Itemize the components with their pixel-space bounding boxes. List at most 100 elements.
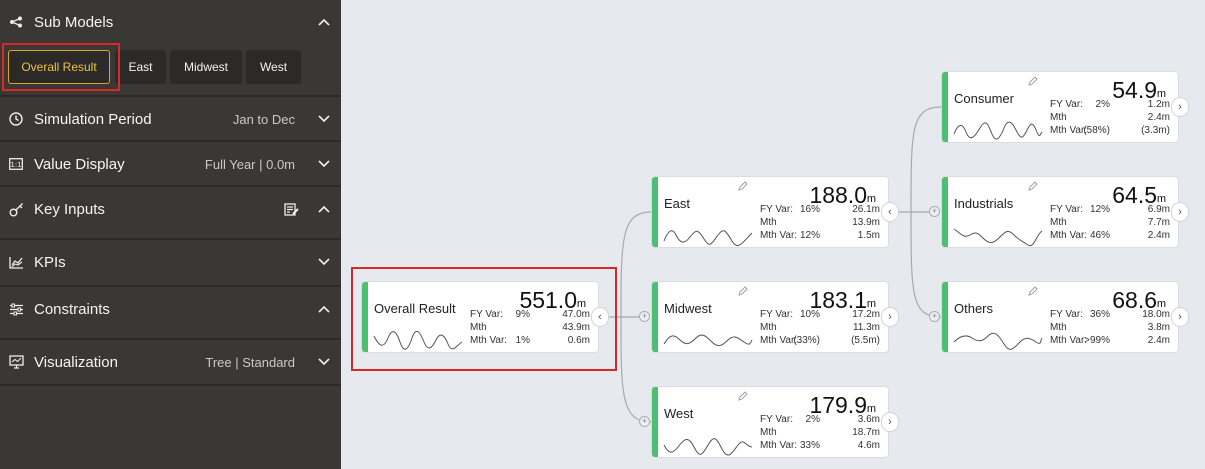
node-stats: FY Var: 9% 47.0m Mth 43.9m Mth Var: 1% 0.6m [470,308,590,347]
mth-amt: 2.4m [1147,112,1170,123]
add-node-icon[interactable]: + [929,311,940,322]
node-east[interactable]: East 188.0 m FY Var: 16% 26.1m Mth 13.9m Mt… [652,177,888,247]
node-stats: FY Var: 36% 18.0m Mth 3.8m Mth Var: >99% 2.4m [1050,308,1170,347]
node-accent-bar [362,282,368,352]
mth-var-amt: 2.4m [1147,335,1170,346]
chevron-right-icon: › [888,416,892,428]
sparkline [663,230,753,246]
fy-var-amt: 1.2m [1147,99,1170,110]
pencil-icon[interactable] [738,181,748,191]
node-accent-bar [652,387,658,457]
mth-var-pct: >99% [1084,335,1110,346]
node-midwest[interactable]: Midwest 183.1 m FY Var: 10% 17.2m Mth 11.3m… [652,282,888,352]
node-accent-bar [942,282,948,352]
mth-amt: 11.3m [852,322,880,333]
fy-var-label: FY Var: [1050,204,1083,215]
expand-button[interactable]: › [1172,308,1188,326]
expand-button[interactable]: › [1172,203,1188,221]
mth-amt: 7.7m [1147,217,1170,228]
sparkline [953,332,1043,350]
node-accent-bar [942,72,948,142]
mth-var-label: Mth Var: [1050,125,1088,136]
mth-label: Mth [1050,217,1067,228]
node-west[interactable]: West 179.9 m FY Var: 2% 3.6m Mth 18.7m Mth … [652,387,888,457]
mth-var-pct: 33% [799,440,820,451]
fy-var-label: FY Var: [760,414,793,425]
pencil-icon[interactable] [738,391,748,401]
node-stats: FY Var: 2% 1.2m Mth 2.4m Mth Var: (58%) (3.3m… [1050,98,1170,137]
mth-label: Mth [470,322,487,333]
mth-amt: 43.9m [562,322,590,333]
pencil-icon[interactable] [1028,76,1038,86]
collapse-button[interactable]: ‹ [592,308,608,326]
mth-label: Mth [760,322,777,333]
node-others[interactable]: Others 68.6 m FY Var: 36% 18.0m Mth 3.8m Mt… [942,282,1178,352]
node-accent-bar [652,282,658,352]
fy-var-label: FY Var: [760,204,793,215]
node-industrials[interactable]: Industrials 64.5 m FY Var: 12% 6.9m Mth 7.7… [942,177,1178,247]
fy-var-pct: 36% [1089,309,1110,320]
mth-var-pct: 46% [1089,230,1110,241]
mth-var-label: Mth Var: [1050,335,1088,346]
expand-button[interactable]: › [1172,98,1188,116]
fy-var-pct: 12% [1089,204,1110,215]
add-node-icon[interactable]: + [639,311,650,322]
mth-var-pct: (58%) [1083,125,1110,136]
pencil-icon[interactable] [738,286,748,296]
mth-amt: 13.9m [852,217,880,228]
mth-label: Mth [760,427,777,438]
mth-var-amt: 2.4m [1147,230,1170,241]
mth-var-amt: 0.6m [567,335,590,346]
fy-var-label: FY Var: [1050,99,1083,110]
add-node-icon[interactable]: + [929,206,940,217]
node-name: Overall Result [374,301,456,316]
sparkline [373,330,463,350]
node-name: Consumer [954,91,1014,106]
expand-button[interactable]: › [882,308,898,326]
expand-button[interactable]: › [882,413,898,431]
mth-var-amt: (5.5m) [851,335,880,346]
node-consumer[interactable]: Consumer 54.9 m FY Var: 2% 1.2m Mth 2.4m Mt… [942,72,1178,142]
mth-var-amt: 1.5m [857,230,880,241]
fy-var-amt: 3.6m [857,414,880,425]
mth-amt: 3.8m [1147,322,1170,333]
chevron-right-icon: › [888,311,892,323]
fy-var-pct: 2% [1095,99,1110,110]
mth-var-label: Mth Var: [760,230,798,241]
mth-var-label: Mth Var: [760,335,798,346]
mth-var-pct: 12% [799,230,820,241]
fy-var-amt: 47.0m [562,309,590,320]
node-stats: FY Var: 2% 3.6m Mth 18.7m Mth Var: 33% 4.6m [760,413,880,452]
mth-label: Mth [760,217,777,228]
node-overall-result[interactable]: Overall Result 551.0 m FY Var: 9% 47.0m Mt… [362,282,598,352]
sparkline [953,121,1043,140]
add-node-icon[interactable]: + [639,416,650,427]
fy-var-amt: 26.1m [852,204,880,215]
sparkline [953,228,1043,247]
node-name: Midwest [664,301,712,316]
collapse-button[interactable]: ‹ [882,203,898,221]
mth-label: Mth [1050,322,1067,333]
mth-var-label: Mth Var: [760,440,798,451]
mth-var-label: Mth Var: [470,335,508,346]
fy-var-label: FY Var: [1050,309,1083,320]
pencil-icon[interactable] [1028,181,1038,191]
fy-var-label: FY Var: [760,309,793,320]
mth-var-pct: (33%) [793,335,820,346]
node-name: Others [954,301,994,316]
node-stats: FY Var: 10% 17.2m Mth 11.3m Mth Var: (33%) (5… [760,308,880,347]
mth-var-amt: 4.6m [857,440,880,451]
fy-var-amt: 6.9m [1147,204,1170,215]
chevron-right-icon: › [1178,101,1182,113]
fy-var-amt: 17.2m [852,309,880,320]
node-name: West [664,406,694,421]
sparkline [663,438,753,456]
pencil-icon[interactable] [1028,286,1038,296]
chevron-right-icon: › [1178,311,1182,323]
mth-var-pct: 1% [515,335,530,346]
fy-var-label: FY Var: [470,309,503,320]
fy-var-pct: 16% [799,204,820,215]
node-name: East [664,196,691,211]
mth-amt: 18.7m [852,427,880,438]
chevron-right-icon: › [1178,206,1182,218]
